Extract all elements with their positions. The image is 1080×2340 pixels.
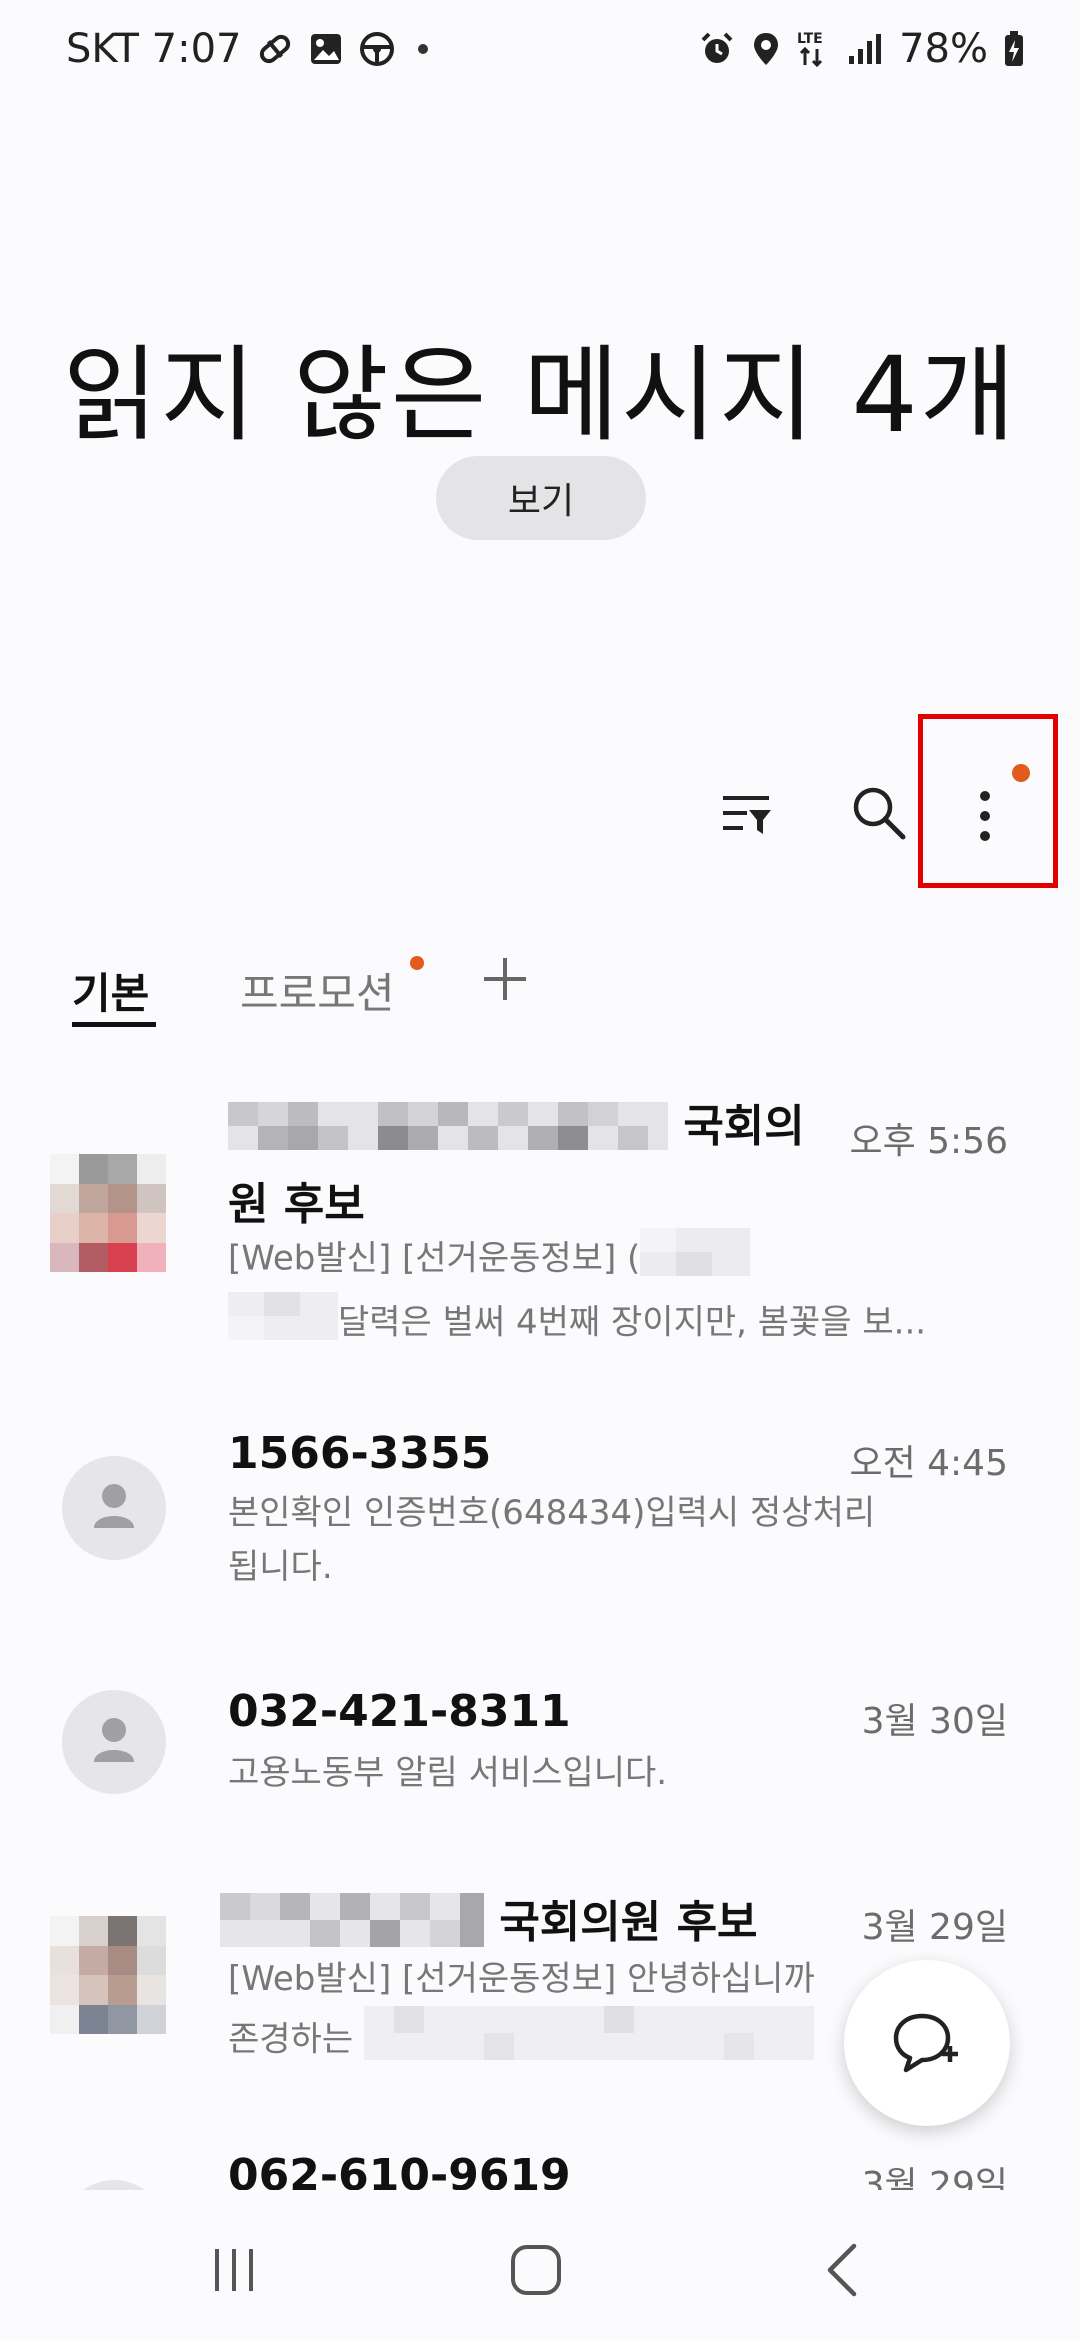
unread-messages-title: 읽지 않은 메시지 4개 [62, 334, 1018, 456]
preview-line-2: 달력은 벌써 4번째 장이지만, 봄꽃을 보... [228, 1292, 948, 1356]
preview-line-1: [Web발신] [선거운동정보] 안녕하십니까 [228, 1959, 815, 1999]
conversation-name-line2: 원 후보 [228, 1179, 365, 1230]
preview-line-1: 본인확인 인증번호(648434)입력시 정상처리 [228, 1493, 876, 1533]
conversation-time: 오후 5:56 [849, 1121, 1008, 1162]
conversation-preview: [Web발신] [선거운동정보] 안녕하십니까 존경하는 [228, 1952, 948, 2076]
conversation-time: 3월 30일 [861, 1701, 1008, 1742]
status-left: SKT 7:07 [66, 26, 428, 72]
add-tab-icon[interactable] [478, 952, 532, 1006]
avatar [62, 2180, 166, 2190]
preview-line-1: [Web발신] [선거운동정보] ( [228, 1228, 948, 1292]
svg-text:LTE: LTE [797, 31, 823, 47]
redacted-text [640, 1228, 751, 1292]
contact-photo-blurred [50, 1154, 166, 1272]
conversation-preview: 고용노동부 알림 서비스입니다. [228, 1746, 948, 1800]
tab-promotion-badge-dot [410, 956, 424, 970]
battery-percent: 78% [899, 26, 988, 72]
gallery-icon [308, 31, 344, 67]
conversation-item[interactable]: 국회의 오후 5:56 원 후보 [Web발신] [선거운동정보] ( 달력은 … [0, 1090, 1080, 1350]
highlight-box [918, 714, 1058, 888]
category-tabs: 기본 프로모션 [0, 950, 1080, 1030]
preview-text-2: 존경하는 [228, 2019, 354, 2060]
view-button[interactable]: 보기 [436, 456, 646, 540]
filter-icon[interactable] [712, 780, 782, 850]
conversation-time: 3월 29일 [861, 1907, 1008, 1948]
conversation-time: 오전 4:45 [849, 1443, 1008, 1484]
status-bar: SKT 7:07 LTE 78% [0, 0, 1080, 100]
status-right: LTE 78% [699, 26, 1024, 72]
new-chat-button[interactable] [844, 1960, 1010, 2126]
home-icon[interactable] [486, 2230, 586, 2310]
tab-promotion[interactable]: 프로모션 [240, 960, 395, 1021]
conversation-preview: [Web발신] [선거운동정보] ( 달력은 벌써 4번째 장이지만, 봄꽃을 … [228, 1228, 948, 1356]
preview-line-1: 고용노동부 알림 서비스입니다. [228, 1753, 668, 1793]
more-notifications-dot [417, 44, 428, 54]
avatar [62, 1456, 166, 1560]
navigation-bar [0, 2190, 1080, 2340]
preview-line-2: 존경하는 [228, 2006, 948, 2076]
steering-wheel-icon [358, 30, 396, 68]
lte-icon: LTE [797, 29, 831, 69]
person-icon [94, 1718, 134, 1762]
new-chat-icon [893, 2013, 958, 2073]
conversation-item[interactable]: 1566-3355 오전 4:45 본인확인 인증번호(648434)입력시 정… [0, 1420, 1080, 1620]
pill-icon [256, 30, 294, 68]
alarm-icon [699, 31, 735, 67]
battery-charging-icon [1004, 31, 1024, 67]
conversation-name: 032-421-8311 [228, 1686, 571, 1737]
conversation-item[interactable]: 032-421-8311 3월 30일 고용노동부 알림 서비스입니다. [0, 1680, 1080, 1840]
preview-text-1: [Web발신] [선거운동정보] ( [228, 1238, 641, 1279]
redacted-text [363, 2006, 814, 2076]
redacted-name [228, 1094, 668, 1165]
tab-basic[interactable]: 기본 [72, 960, 149, 1021]
tab-basic-underline [72, 1022, 156, 1027]
preview-line-2: 됩니다. [228, 1547, 333, 1587]
avatar [62, 1690, 166, 1794]
conversation-name: 1566-3355 [228, 1428, 492, 1479]
conversation-name: 국회의원 후보 [220, 1886, 758, 1960]
preview-text-2: 달력은 벌써 4번째 장이지만, 봄꽃을 보... [338, 1302, 927, 1343]
redacted-text [228, 1292, 338, 1356]
carrier-time: SKT 7:07 [66, 26, 242, 72]
conversation-name-suffix: 국회의 [683, 1101, 805, 1152]
redacted-name [220, 1891, 484, 1960]
conversation-name: 국회의 [228, 1090, 805, 1165]
back-icon[interactable] [792, 2230, 892, 2310]
signal-icon [847, 32, 883, 66]
person-icon [94, 1484, 134, 1528]
recent-apps-icon[interactable] [184, 2230, 284, 2310]
location-icon [751, 31, 781, 67]
conversation-preview: 본인확인 인증번호(648434)입력시 정상처리 됩니다. [228, 1486, 948, 1594]
search-icon[interactable] [842, 776, 914, 848]
conversation-name-suffix: 국회의원 후보 [499, 1897, 758, 1948]
contact-photo-blurred [50, 1916, 166, 2034]
